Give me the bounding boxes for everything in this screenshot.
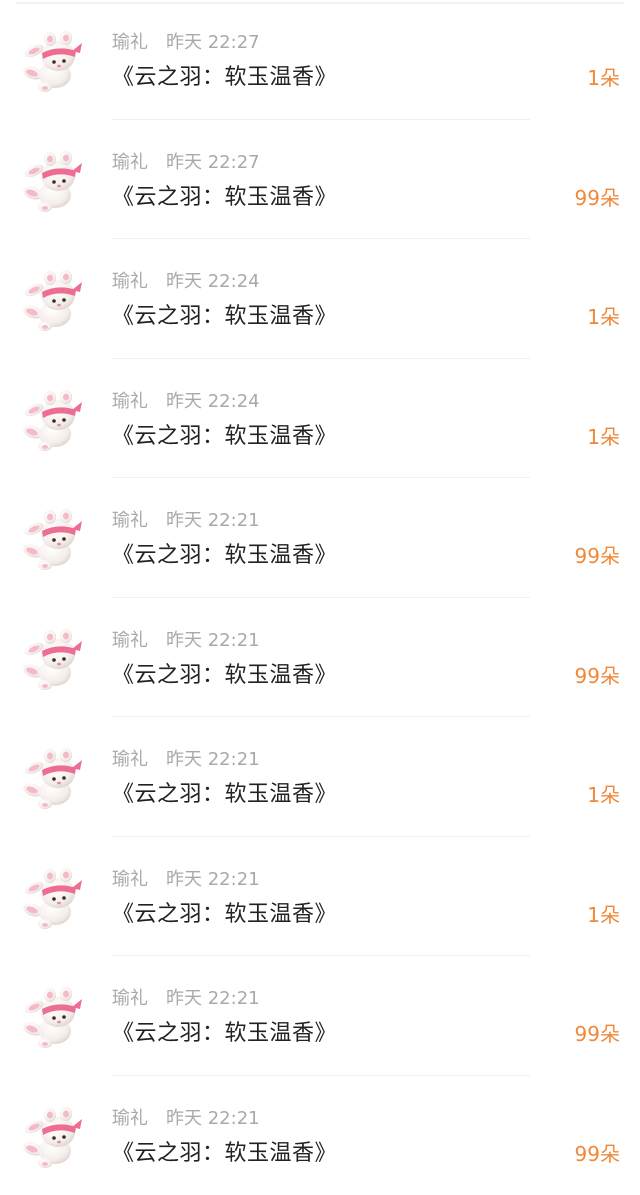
item-title: 《云之羽：软玉温香》 bbox=[112, 1136, 337, 1172]
gift-count: 99朵 bbox=[575, 183, 620, 213]
user-name: 瑜礼 bbox=[112, 869, 148, 890]
gift-count: 99朵 bbox=[575, 661, 620, 691]
user-name: 瑜礼 bbox=[112, 510, 148, 531]
timestamp: 昨天 22:21 bbox=[166, 630, 260, 651]
gift-count: 1朵 bbox=[587, 780, 620, 810]
pink-bunny-avatar-icon[interactable] bbox=[20, 985, 86, 1051]
list-item[interactable]: 瑜礼昨天 22:24 《云之羽：软玉温香》 1朵 bbox=[0, 239, 640, 359]
timestamp: 昨天 22:27 bbox=[166, 152, 260, 173]
list-item[interactable]: 瑜礼昨天 22:21 《云之羽：软玉温香》 99朵 bbox=[0, 478, 640, 598]
user-name: 瑜礼 bbox=[112, 271, 148, 292]
gift-count: 99朵 bbox=[575, 1019, 620, 1049]
pink-bunny-avatar-icon[interactable] bbox=[20, 29, 86, 95]
item-title: 《云之羽：软玉温香》 bbox=[112, 180, 337, 216]
pink-bunny-avatar-icon[interactable] bbox=[20, 388, 86, 454]
gift-count: 1朵 bbox=[587, 422, 620, 452]
pink-bunny-avatar-icon[interactable] bbox=[20, 627, 86, 693]
pink-bunny-avatar-icon[interactable] bbox=[20, 746, 86, 812]
item-title: 《云之羽：软玉温香》 bbox=[112, 419, 337, 455]
gift-count: 1朵 bbox=[587, 302, 620, 332]
gift-count: 1朵 bbox=[587, 900, 620, 930]
pink-bunny-avatar-icon[interactable] bbox=[20, 149, 86, 215]
timestamp: 昨天 22:24 bbox=[166, 391, 260, 412]
list-item[interactable]: 瑜礼昨天 22:21 《云之羽：软玉温香》 1朵 bbox=[0, 717, 640, 837]
list-item[interactable]: 瑜礼昨天 22:21 《云之羽：软玉温香》 99朵 bbox=[0, 956, 640, 1076]
item-title: 《云之羽：软玉温香》 bbox=[112, 658, 337, 694]
list-item[interactable]: 瑜礼昨天 22:24 《云之羽：软玉温香》 1朵 bbox=[0, 359, 640, 479]
timestamp: 昨天 22:27 bbox=[166, 32, 260, 53]
user-name: 瑜礼 bbox=[112, 152, 148, 173]
user-name: 瑜礼 bbox=[112, 391, 148, 412]
item-title: 《云之羽：软玉温香》 bbox=[112, 1016, 337, 1052]
list-item[interactable]: 瑜礼昨天 22:21 《云之羽：软玉温香》 1朵 bbox=[0, 837, 640, 957]
user-name: 瑜礼 bbox=[112, 988, 148, 1009]
user-name: 瑜礼 bbox=[112, 630, 148, 651]
timestamp: 昨天 22:21 bbox=[166, 1108, 260, 1129]
pink-bunny-avatar-icon[interactable] bbox=[20, 507, 86, 573]
item-title: 《云之羽：软玉温香》 bbox=[112, 60, 337, 96]
item-title: 《云之羽：软玉温香》 bbox=[112, 538, 337, 574]
gift-count: 1朵 bbox=[587, 63, 620, 93]
gift-count: 99朵 bbox=[575, 1139, 620, 1169]
pink-bunny-avatar-icon[interactable] bbox=[20, 268, 86, 334]
timestamp: 昨天 22:21 bbox=[166, 988, 260, 1009]
timestamp: 昨天 22:24 bbox=[166, 271, 260, 292]
pink-bunny-avatar-icon[interactable] bbox=[20, 866, 86, 932]
item-title: 《云之羽：软玉温香》 bbox=[112, 299, 337, 335]
timestamp: 昨天 22:21 bbox=[166, 510, 260, 531]
pink-bunny-avatar-icon[interactable] bbox=[20, 1105, 86, 1171]
user-name: 瑜礼 bbox=[112, 1108, 148, 1129]
list-item[interactable]: 瑜礼昨天 22:21 《云之羽：软玉温香》 99朵 bbox=[0, 1076, 640, 1195]
user-name: 瑜礼 bbox=[112, 32, 148, 53]
list-item[interactable]: 瑜礼昨天 22:27 《云之羽：软玉温香》 1朵 bbox=[0, 0, 640, 120]
timestamp: 昨天 22:21 bbox=[166, 869, 260, 890]
item-title: 《云之羽：软玉温香》 bbox=[112, 897, 337, 933]
user-name: 瑜礼 bbox=[112, 749, 148, 770]
list-item[interactable]: 瑜礼昨天 22:21 《云之羽：软玉温香》 99朵 bbox=[0, 598, 640, 718]
gift-count: 99朵 bbox=[575, 541, 620, 571]
item-title: 《云之羽：软玉温香》 bbox=[112, 777, 337, 813]
timestamp: 昨天 22:21 bbox=[166, 749, 260, 770]
list-item[interactable]: 瑜礼昨天 22:27 《云之羽：软玉温香》 99朵 bbox=[0, 120, 640, 240]
